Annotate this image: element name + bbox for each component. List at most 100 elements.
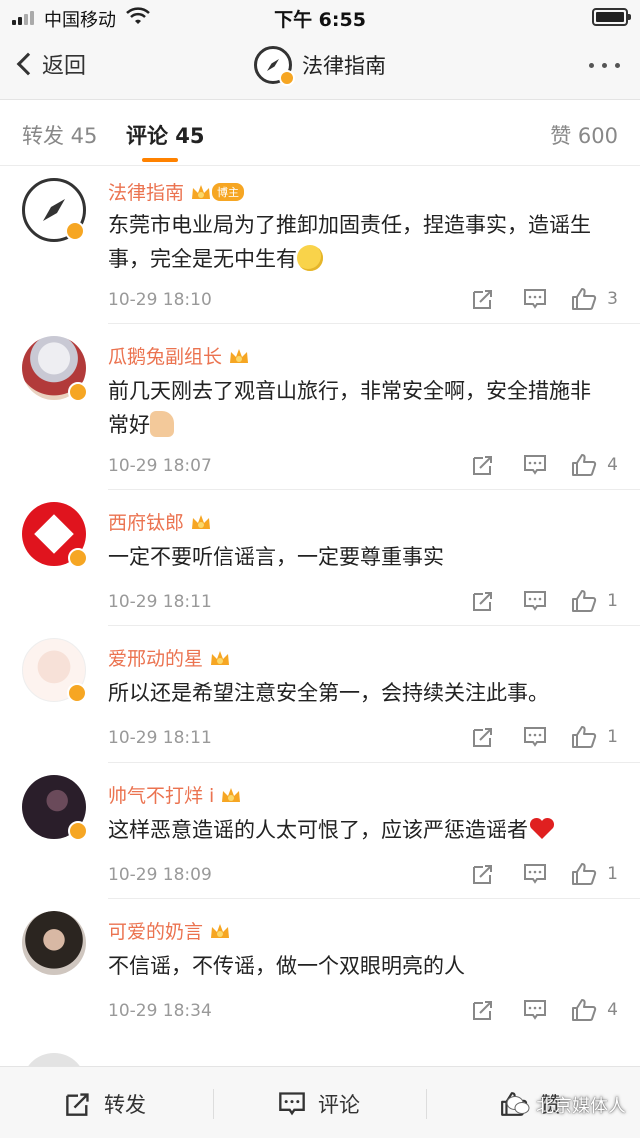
comment-item: 帅气不打烊 i 这样恶意造谣的人太可恨了，应该严惩造谣者 10-29 18:09… xyxy=(0,763,640,899)
repost-icon xyxy=(66,1093,89,1116)
like-button[interactable]: 1 xyxy=(571,589,618,613)
repost-icon[interactable] xyxy=(457,452,509,478)
watermark: 北京媒体人 xyxy=(506,1092,626,1118)
avatar[interactable] xyxy=(22,911,86,975)
repost-icon[interactable] xyxy=(457,724,509,750)
crown-icon xyxy=(222,787,241,802)
active-tab-indicator xyxy=(142,158,178,162)
comment-username[interactable]: 帅气不打烊 i xyxy=(108,781,214,808)
repost-icon[interactable] xyxy=(457,588,509,614)
verified-badge-icon xyxy=(65,221,85,241)
avatar[interactable] xyxy=(22,336,88,402)
repost-icon[interactable] xyxy=(457,997,509,1023)
nav-bar: 返回 法律指南 xyxy=(0,34,640,100)
comment-item: 瓜鹅兔副组长 前几天刚去了观音山旅行，非常安全啊，安全措施非常好 10-29 1… xyxy=(0,324,640,490)
more-options-icon[interactable] xyxy=(589,63,620,68)
comment-item: 爱邢动的星 所以还是希望注意安全第一，会持续关注此事。 10-29 18:11 … xyxy=(0,626,640,763)
like-count: 1 xyxy=(607,727,618,747)
repost-label: 转发 xyxy=(104,1093,146,1117)
comment-icon[interactable] xyxy=(509,997,561,1023)
comment-time: 10-29 18:10 xyxy=(108,290,212,310)
comment-icon[interactable] xyxy=(509,588,561,614)
status-bar: 中国移动 下午 6:55 xyxy=(0,0,640,34)
thumbs-up-icon xyxy=(572,454,597,476)
comment-icon[interactable] xyxy=(509,724,561,750)
watermark-text: 北京媒体人 xyxy=(536,1096,626,1117)
repost-icon[interactable] xyxy=(457,861,509,887)
avatar[interactable] xyxy=(22,502,88,568)
like-button[interactable]: 1 xyxy=(571,725,618,749)
repost-icon[interactable] xyxy=(457,286,509,312)
like-count: 4 xyxy=(607,1000,618,1020)
comment-button[interactable]: 评论 xyxy=(278,1089,360,1119)
battery-icon xyxy=(592,8,631,26)
comment-time: 10-29 18:11 xyxy=(108,592,212,612)
avatar[interactable] xyxy=(22,638,87,703)
comment-text: 不信谣，不传谣，做一个双眼明亮的人 xyxy=(108,954,465,978)
compass-logo-icon xyxy=(254,46,295,86)
comment-list: 法律指南 博主 东莞市电业局为了推卸加固责任，捏造事实，造谣生事，完全是无中生有… xyxy=(0,166,640,1117)
page-title: 法律指南 xyxy=(302,54,386,78)
comment-username[interactable]: 瓜鹅兔副组长 xyxy=(108,342,222,369)
comment-text: 东莞市电业局为了推卸加固责任，捏造事实，造谣生事，完全是无中生有 xyxy=(108,213,591,271)
divider xyxy=(426,1089,427,1119)
verified-badge-icon xyxy=(279,70,295,86)
like-count: 1 xyxy=(607,864,618,884)
comment-time: 10-29 18:11 xyxy=(108,728,212,748)
tab-likes[interactable]: 赞 600 xyxy=(550,120,618,150)
like-button[interactable]: 4 xyxy=(571,998,618,1022)
clock: 下午 6:55 xyxy=(274,9,366,31)
tab-comments[interactable]: 评论 45 xyxy=(126,120,205,150)
crown-icon xyxy=(230,348,249,363)
verified-badge-icon xyxy=(68,382,88,402)
thumbs-up-icon xyxy=(572,999,597,1021)
comment-username[interactable]: 法律指南 xyxy=(108,178,184,205)
like-button[interactable]: 4 xyxy=(571,453,618,477)
comment-label: 评论 xyxy=(318,1093,360,1117)
comment-text: 所以还是希望注意安全第一，会持续关注此事。 xyxy=(108,681,549,705)
author-tag: 博主 xyxy=(212,182,245,201)
verified-badge-icon xyxy=(68,548,88,568)
crown-icon xyxy=(192,184,211,199)
comment-icon xyxy=(279,1092,305,1116)
comment-text: 这样恶意造谣的人太可恨了，应该严惩造谣者 xyxy=(108,813,608,847)
tab-reposts[interactable]: 转发 45 xyxy=(22,120,97,150)
like-count: 3 xyxy=(607,289,618,309)
avatar[interactable] xyxy=(22,775,88,841)
comment-item: 法律指南 博主 东莞市电业局为了推卸加固责任，捏造事实，造谣生事，完全是无中生有… xyxy=(0,166,640,324)
thumbs-up-icon xyxy=(572,863,597,885)
comment-text: 一定不要听信谣言，一定要尊重事实 xyxy=(108,545,444,569)
verified-badge-icon xyxy=(67,683,87,703)
thumbs-up-icon xyxy=(572,590,597,612)
thumbs-up-icon xyxy=(572,288,597,310)
like-button[interactable]: 3 xyxy=(571,287,618,311)
comment-username[interactable]: 爱邢动的星 xyxy=(108,644,203,671)
comment-time: 10-29 18:09 xyxy=(108,865,212,885)
comment-icon[interactable] xyxy=(509,861,561,887)
crown-icon xyxy=(211,923,230,938)
comment-time: 10-29 18:07 xyxy=(108,456,212,476)
tab-bar: 转发 45 评论 45 赞 600 xyxy=(0,100,640,166)
comment-item: 可爱的奶言 不信谣，不传谣，做一个双眼明亮的人 10-29 18:34 4 xyxy=(0,899,640,1039)
verified-badge-icon xyxy=(68,821,88,841)
like-count: 1 xyxy=(607,591,618,611)
like-count: 4 xyxy=(607,455,618,475)
thumbs-up-icon xyxy=(572,726,597,748)
comment-icon[interactable] xyxy=(509,452,561,478)
smile-emoji-icon xyxy=(297,245,323,271)
comment-text: 前几天刚去了观音山旅行，非常安全啊，安全措施非常好 xyxy=(108,379,591,437)
avatar[interactable] xyxy=(22,178,86,242)
repost-button[interactable]: 转发 xyxy=(64,1089,146,1119)
comment-username[interactable]: 西府钛郎 xyxy=(108,508,184,535)
comment-time: 10-29 18:34 xyxy=(108,1001,212,1021)
heart-emoji-icon xyxy=(529,817,555,839)
comment-username[interactable]: 可爱的奶言 xyxy=(108,917,203,944)
crown-icon xyxy=(211,650,230,665)
thumbs-up-emoji-icon xyxy=(150,411,174,437)
divider xyxy=(213,1089,214,1119)
comment-item: 西府钛郎 一定不要听信谣言，一定要尊重事实 10-29 18:11 1 xyxy=(0,490,640,626)
crown-icon xyxy=(192,514,211,529)
like-button[interactable]: 1 xyxy=(571,862,618,886)
comment-icon[interactable] xyxy=(509,286,561,312)
nav-title-group: 法律指南 xyxy=(0,46,640,86)
